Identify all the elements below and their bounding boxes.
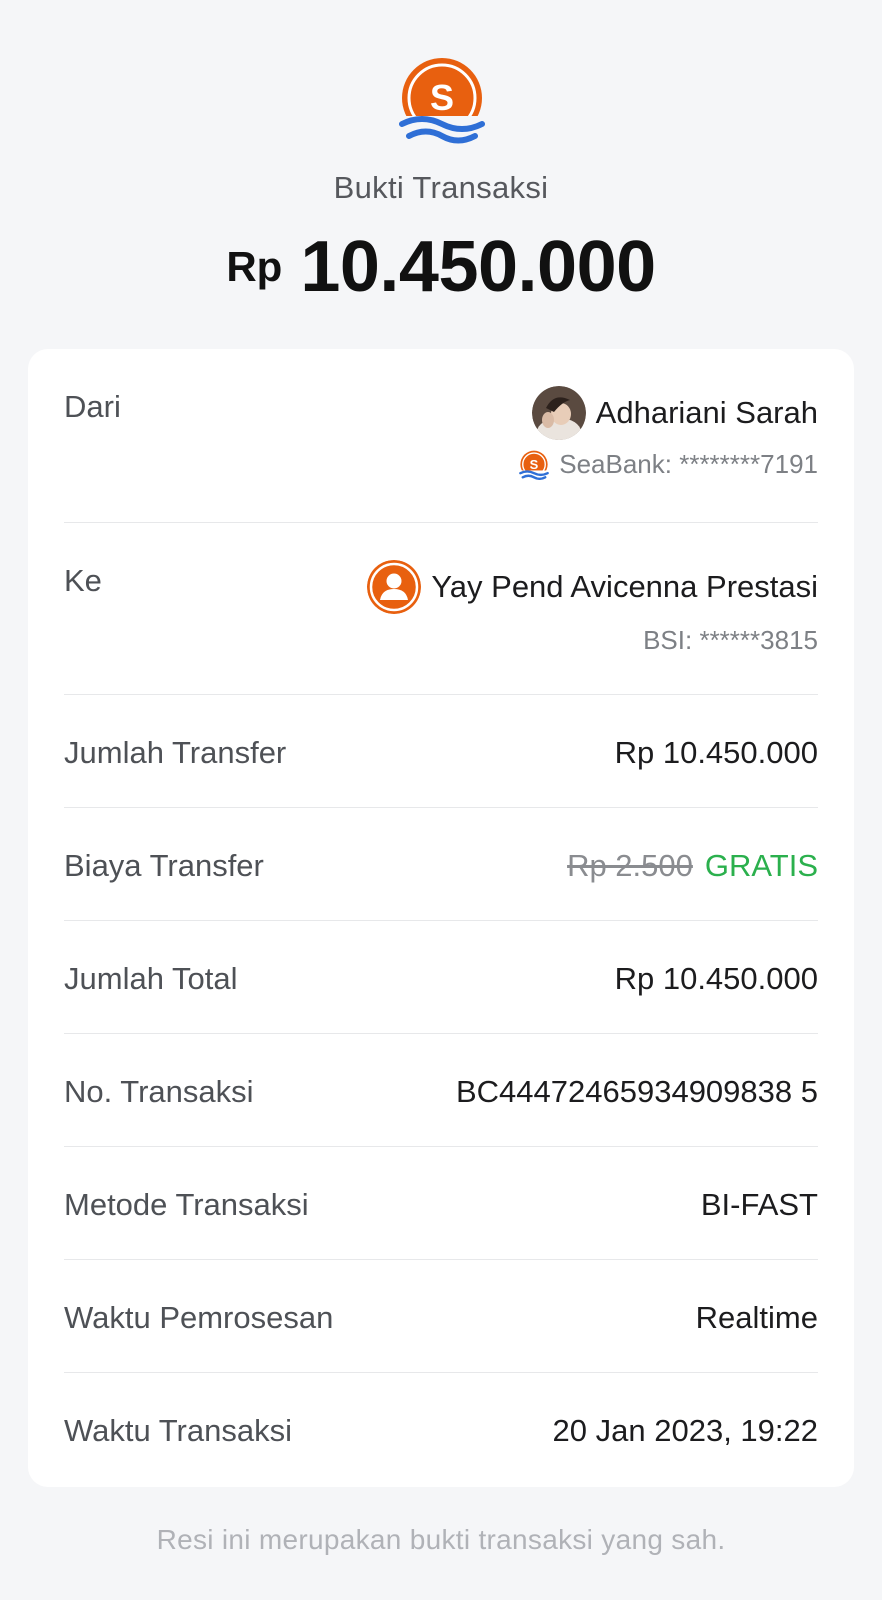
transaction-time-value: 20 Jan 2023, 19:22	[552, 1413, 818, 1448]
sender-bank-account: SeaBank: ********7191	[559, 449, 818, 479]
to-label: Ke	[64, 563, 102, 598]
transfer-fee-label: Biaya Transfer	[64, 848, 264, 883]
transaction-time-row: Waktu Transaksi 20 Jan 2023, 19:22	[64, 1373, 818, 1486]
transfer-fee-value: Rp 2.500 GRATIS	[567, 848, 818, 884]
transaction-amount: Rp 10.450.000	[0, 226, 882, 308]
method-label: Metode Transaksi	[64, 1187, 309, 1222]
transfer-amount-row: Jumlah Transfer Rp 10.450.000	[64, 695, 818, 808]
recipient: Yay Pend Avicenna Prestasi	[367, 559, 818, 615]
user-icon	[367, 560, 422, 614]
from-label: Dari	[64, 389, 121, 424]
transfer-amount-label: Jumlah Transfer	[64, 735, 287, 770]
transaction-no-row: No. Transaksi BC44472465934909838 5	[64, 1034, 818, 1147]
processing-time-label: Waktu Pemrosesan	[64, 1300, 334, 1335]
method-row: Metode Transaksi BI-FAST	[64, 1147, 818, 1260]
processing-time-value: Realtime	[695, 1300, 818, 1335]
avatar	[531, 386, 586, 440]
to-row: Ke Yay Pend Avicenna Prestasi BSI: *****…	[64, 523, 818, 695]
method-value: BI-FAST	[700, 1187, 818, 1222]
total-row: Jumlah Total Rp 10.450.000	[64, 921, 818, 1034]
processing-time-row: Waktu Pemrosesan Realtime	[64, 1260, 818, 1373]
sender-name: Adhariani Sarah	[595, 395, 818, 430]
sender: Adhariani Sarah	[531, 385, 818, 441]
amount-value: 10.450.000	[300, 227, 656, 307]
currency-label: Rp	[226, 243, 283, 290]
svg-text:S: S	[530, 457, 539, 472]
seabank-logo-icon: S	[519, 450, 550, 480]
from-row: Dari Adhariani Sarah S SeaBank: ********…	[64, 349, 818, 523]
transaction-no-value: BC44472465934909838 5	[455, 1074, 818, 1109]
sender-bank: S SeaBank: ********7191	[519, 449, 818, 480]
details-card: Dari Adhariani Sarah S SeaBank: ********…	[28, 349, 854, 1487]
transfer-amount-value: Rp 10.450.000	[614, 735, 818, 770]
recipient-bank-account: BSI: ******3815	[643, 625, 818, 655]
transaction-no-label: No. Transaksi	[64, 1074, 254, 1109]
total-value: Rp 10.450.000	[614, 961, 818, 996]
recipient-name: Yay Pend Avicenna Prestasi	[431, 569, 818, 604]
free-badge: GRATIS	[704, 848, 818, 883]
seabank-logo-icon: S	[399, 58, 485, 144]
page-title: Bukti Transaksi	[333, 170, 549, 205]
receipt-page: S Bukti Transaksi Rp 10.450.000 Dari Adh…	[0, 0, 882, 1600]
original-fee: Rp 2.500	[567, 848, 693, 883]
total-label: Jumlah Total	[64, 961, 238, 996]
receipt-footer-note: Resi ini merupakan bukti transaksi yang …	[156, 1524, 726, 1555]
transfer-fee-row: Biaya Transfer Rp 2.500 GRATIS	[64, 808, 818, 921]
transaction-time-label: Waktu Transaksi	[64, 1413, 292, 1448]
svg-text:S: S	[430, 77, 454, 118]
